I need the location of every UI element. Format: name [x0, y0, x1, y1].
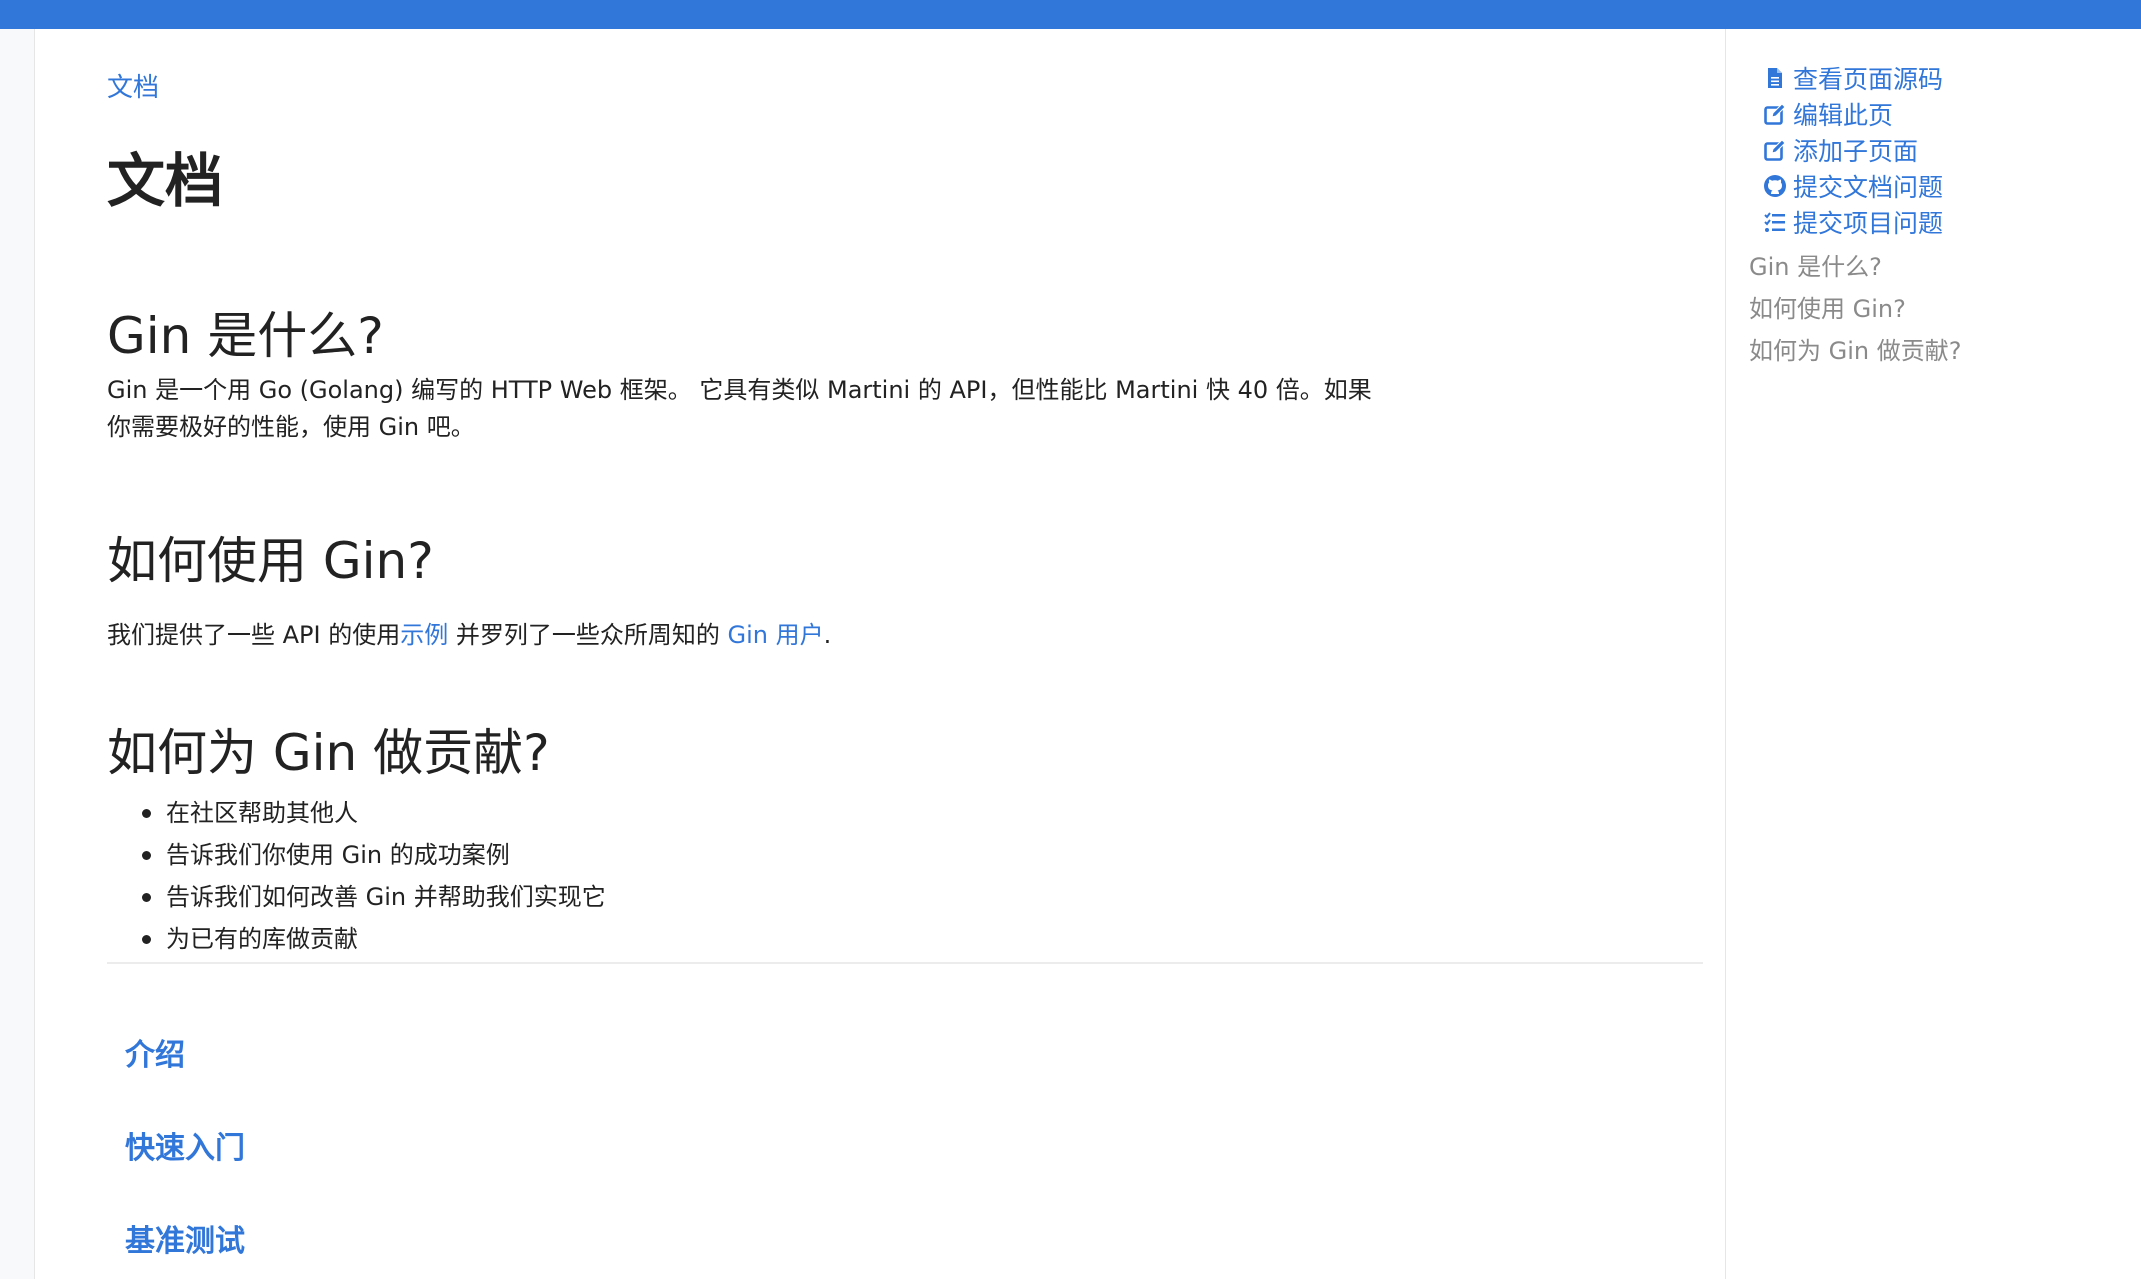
toc-item-how-to-contribute[interactable]: 如何为 Gin 做贡献? [1749, 330, 1961, 372]
gin-users-link[interactable]: Gin 用户 [728, 621, 824, 649]
page-title: 文档 [107, 147, 224, 215]
heading-how-to-contribute: 如何为 Gin 做贡献? [107, 724, 550, 782]
page-tools: 查看页面源码 编辑此页 添加子页面 提交文档问题 提交项目问题 [1761, 60, 1943, 240]
section-link-intro[interactable]: 介绍 [125, 1030, 185, 1074]
list-item: 告诉我们如何改善 Gin 并帮助我们实现它 [142, 876, 606, 918]
edit-icon [1761, 100, 1789, 128]
heading-how-to-use: 如何使用 Gin? [107, 532, 434, 590]
section-link-benchmarks[interactable]: 基准测试 [125, 1216, 245, 1260]
tool-label: 提交项目问题 [1793, 209, 1944, 238]
toc-item-how-to-use[interactable]: 如何使用 Gin? [1749, 288, 1961, 330]
file-icon [1761, 64, 1789, 92]
list-item: 告诉我们你使用 Gin 的成功案例 [142, 834, 606, 876]
github-icon [1761, 172, 1789, 200]
text-segment: . [823, 621, 832, 649]
top-navbar [0, 0, 2141, 29]
left-sidebar [0, 29, 35, 1279]
tool-label: 添加子页面 [1793, 137, 1919, 166]
tasks-icon [1761, 208, 1789, 236]
divider [107, 962, 1703, 964]
add-child-page-link[interactable]: 添加子页面 [1761, 132, 1943, 168]
tool-label: 编辑此页 [1793, 101, 1894, 130]
paragraph-how-to-use: 我们提供了一些 API 的使用示例 并罗列了一些众所周知的 Gin 用户. [107, 617, 1387, 654]
list-item: 在社区帮助其他人 [142, 792, 606, 834]
doc-issue-link[interactable]: 提交文档问题 [1761, 168, 1943, 204]
edit-page-link[interactable]: 编辑此页 [1761, 96, 1943, 132]
toc-item-what-is-gin[interactable]: Gin 是什么? [1749, 246, 1961, 288]
tool-label: 查看页面源码 [1793, 65, 1944, 94]
tool-label: 提交文档问题 [1793, 173, 1944, 202]
table-of-contents: Gin 是什么? 如何使用 Gin? 如何为 Gin 做贡献? [1749, 246, 1961, 372]
text-segment: 我们提供了一些 API 的使用 [107, 621, 401, 649]
breadcrumb[interactable]: 文档 [107, 67, 159, 104]
section-link-quickstart[interactable]: 快速入门 [125, 1123, 245, 1167]
edit-icon [1761, 136, 1789, 164]
project-issue-link[interactable]: 提交项目问题 [1761, 204, 1943, 240]
view-source-link[interactable]: 查看页面源码 [1761, 60, 1943, 96]
text-segment: 并罗列了一些众所周知的 [448, 621, 728, 649]
list-item: 为已有的库做贡献 [142, 918, 606, 960]
contribute-list: 在社区帮助其他人 告诉我们你使用 Gin 的成功案例 告诉我们如何改善 Gin … [142, 792, 606, 960]
paragraph-what-is-gin: Gin 是一个用 Go (Golang) 编写的 HTTP Web 框架。 它具… [107, 376, 1372, 441]
heading-what-is-gin: Gin 是什么? [107, 307, 384, 365]
examples-link[interactable]: 示例 [400, 621, 448, 649]
